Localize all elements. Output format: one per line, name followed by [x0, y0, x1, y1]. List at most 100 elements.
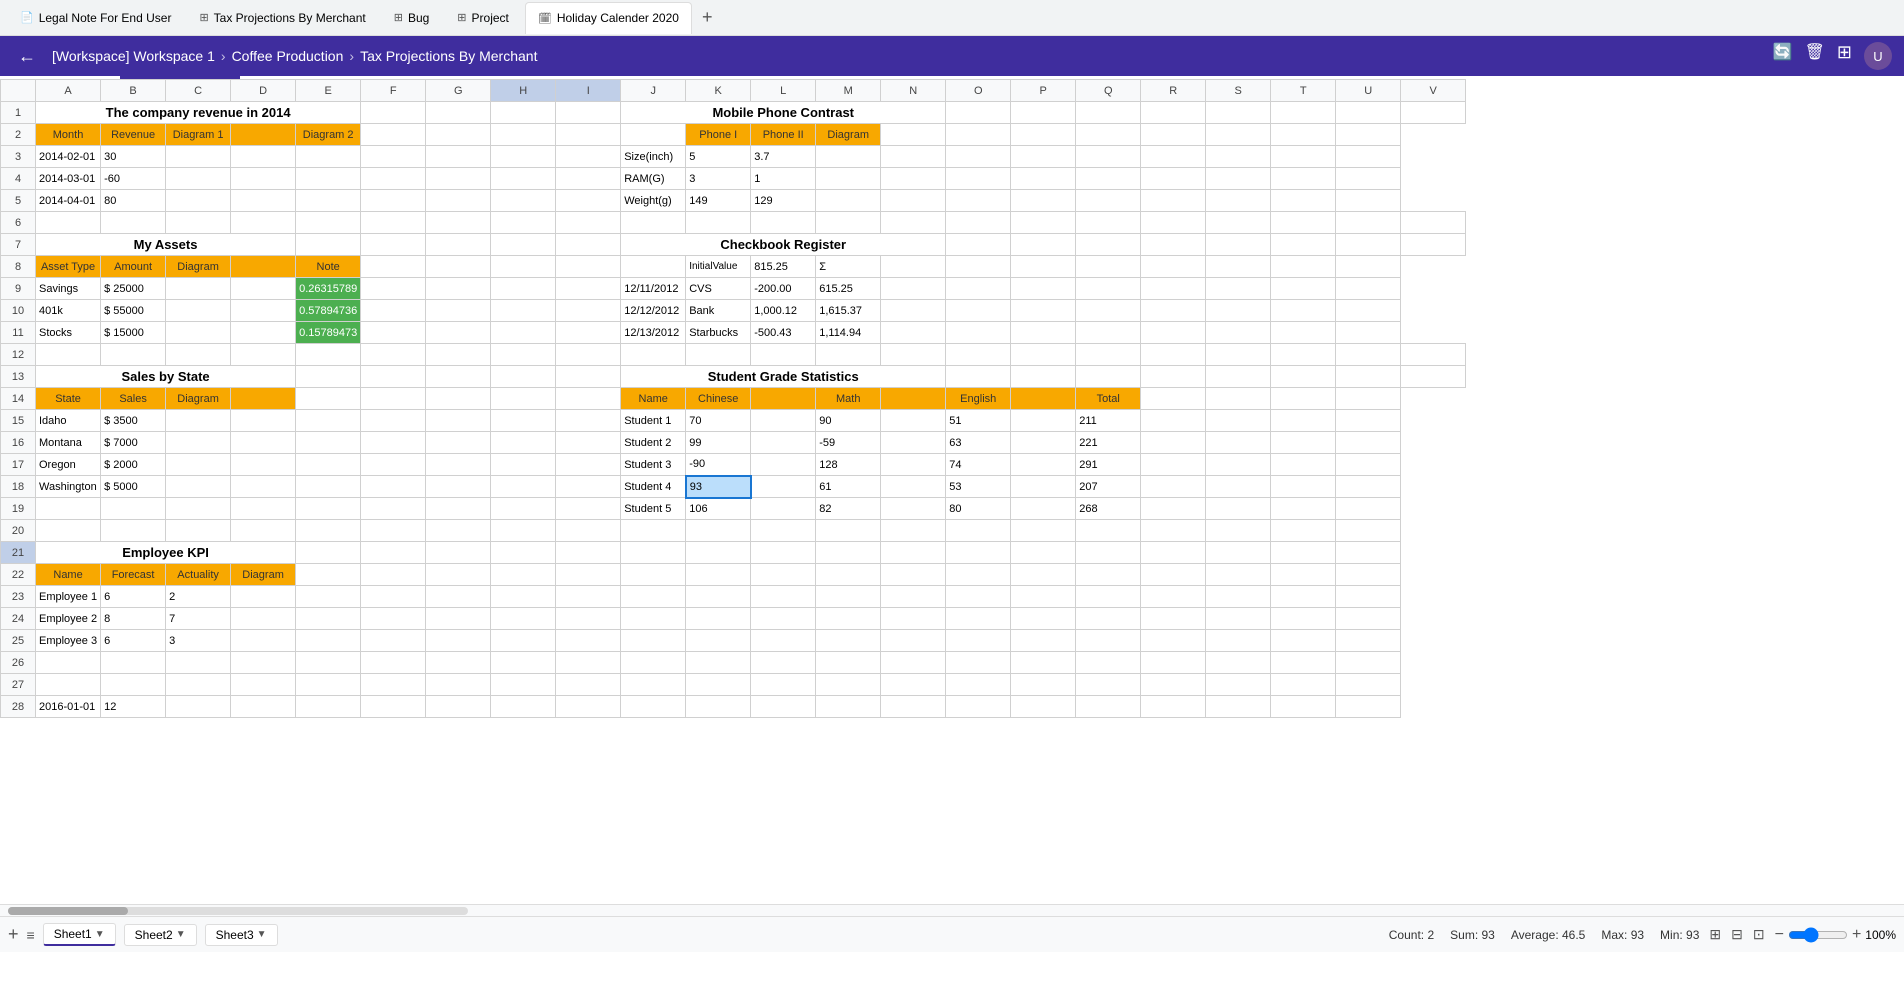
zoom-out-button[interactable]: − — [1775, 926, 1784, 944]
col-header-G[interactable]: G — [426, 80, 491, 102]
tab-bug[interactable]: ⊞ Bug — [382, 2, 442, 34]
phone-size-phone1[interactable]: 5 — [686, 146, 751, 168]
sales-row2-sales[interactable]: $ 7000 — [101, 432, 166, 454]
assets-row3-type[interactable]: Stocks — [36, 322, 101, 344]
student-grade-title[interactable]: Student Grade Statistics — [621, 366, 946, 388]
zoom-in-button[interactable]: + — [1852, 926, 1861, 944]
col-header-M[interactable]: M — [816, 80, 881, 102]
tab-holiday[interactable]: 🗓 Holiday Calender 2020 — [525, 2, 692, 34]
col-header-E[interactable]: E — [296, 80, 361, 102]
current-breadcrumb[interactable]: Tax Projections By Merchant — [360, 48, 537, 64]
check-row1-balance[interactable]: 615.25 — [816, 278, 881, 300]
assets-row2-amount[interactable]: $ 55000 — [101, 300, 166, 322]
employee-kpi-title[interactable]: Employee KPI — [36, 542, 296, 564]
tab-tax[interactable]: ⊞ Tax Projections By Merchant — [187, 2, 377, 34]
col-header-J[interactable]: J — [621, 80, 686, 102]
revenue-revenue-header[interactable]: Revenue — [101, 124, 166, 146]
grade-s4-math[interactable]: 61 — [816, 476, 881, 498]
grade-s2-name[interactable]: Student 2 — [621, 432, 686, 454]
check-row3-amount[interactable]: -500.43 — [751, 322, 816, 344]
kpi-row2-name[interactable]: Employee 2 — [36, 608, 101, 630]
assets-row3-amount[interactable]: $ 15000 — [101, 322, 166, 344]
kpi-row3-actuality[interactable]: 3 — [166, 630, 231, 652]
grade-s4-total[interactable]: 207 — [1076, 476, 1141, 498]
check-row1-date[interactable]: 12/11/2012 — [621, 278, 686, 300]
col-header-B[interactable]: B — [101, 80, 166, 102]
check-row2-merchant[interactable]: Bank — [686, 300, 751, 322]
kpi-diagram-header[interactable]: Diagram — [231, 564, 296, 586]
revenue-row3-month[interactable]: 2014-04-01 — [36, 190, 101, 212]
grade-s3-total[interactable]: 291 — [1076, 454, 1141, 476]
grade-s5-english[interactable]: 80 — [946, 498, 1011, 520]
sales-sales-header[interactable]: Sales — [101, 388, 166, 410]
page-view-button[interactable]: ⊡ — [1751, 924, 1767, 945]
phone-diagram-header[interactable]: Diagram — [816, 124, 881, 146]
phone-phonei-header[interactable]: Phone I — [686, 124, 751, 146]
grade-s4-name[interactable]: Student 4 — [621, 476, 686, 498]
col-header-D[interactable]: D — [231, 80, 296, 102]
revenue-row2-revenue[interactable]: -60 — [101, 168, 166, 190]
sales-row4-state[interactable]: Washington — [36, 476, 101, 498]
revenue-row2-month[interactable]: 2014-03-01 — [36, 168, 101, 190]
col-header-V[interactable]: V — [1401, 80, 1466, 102]
sheet-tab-2[interactable]: Sheet2 ▼ — [124, 924, 197, 946]
kpi-row3-name[interactable]: Employee 3 — [36, 630, 101, 652]
sheet3-dropdown[interactable]: ▼ — [257, 929, 267, 940]
grade-s3-math[interactable]: 128 — [816, 454, 881, 476]
check-row3-balance[interactable]: 1,114.94 — [816, 322, 881, 344]
checkbook-initial-label[interactable]: InitialValue — [686, 256, 751, 278]
fit-width-button[interactable]: ⊟ — [1729, 924, 1745, 945]
phone-ram-phone2[interactable]: 1 — [751, 168, 816, 190]
col-header-A[interactable]: A — [36, 80, 101, 102]
sheet2-dropdown[interactable]: ▼ — [176, 929, 186, 940]
mobile-phone-title[interactable]: Mobile Phone Contrast — [621, 102, 946, 124]
grade-s5-name[interactable]: Student 5 — [621, 498, 686, 520]
col-header-I[interactable]: I — [556, 80, 621, 102]
grade-math-header[interactable]: Math — [816, 388, 881, 410]
phone-size-phone2[interactable]: 3.7 — [751, 146, 816, 168]
tab-project[interactable]: ⊞ Project — [445, 2, 521, 34]
row28-date[interactable]: 2016-01-01 — [36, 696, 101, 718]
phone-ram-phone1[interactable]: 3 — [686, 168, 751, 190]
grade-total-header[interactable]: Total — [1076, 388, 1141, 410]
checkbook-initial-value[interactable]: 815.25 — [751, 256, 816, 278]
grade-s1-name[interactable]: Student 1 — [621, 410, 686, 432]
phone-ram-label[interactable]: RAM(G) — [621, 168, 686, 190]
assets-row1-amount[interactable]: $ 25000 — [101, 278, 166, 300]
grade-s1-math[interactable]: 90 — [816, 410, 881, 432]
sales-state-header[interactable]: State — [36, 388, 101, 410]
revenue-diagram1-header[interactable]: Diagram 1 — [166, 124, 231, 146]
sheet1-dropdown[interactable]: ▼ — [95, 929, 105, 940]
trash-button[interactable]: 🗑 — [1805, 42, 1825, 70]
phone-size-label[interactable]: Size(inch) — [621, 146, 686, 168]
workspace-breadcrumb[interactable]: [Workspace] Workspace 1 — [52, 48, 215, 64]
assets-diagram-header[interactable]: Diagram — [166, 256, 231, 278]
sales-row1-sales[interactable]: $ 3500 — [101, 410, 166, 432]
grade-s2-chinese[interactable]: 99 — [686, 432, 751, 454]
grade-s3-english[interactable]: 74 — [946, 454, 1011, 476]
col-header-T[interactable]: T — [1271, 80, 1336, 102]
checkbook-sigma[interactable]: Σ — [816, 256, 881, 278]
tab-legal[interactable]: 📄 Legal Note For End User — [8, 2, 183, 34]
check-row3-date[interactable]: 12/13/2012 — [621, 322, 686, 344]
sales-row4-sales[interactable]: $ 5000 — [101, 476, 166, 498]
check-row3-merchant[interactable]: Starbucks — [686, 322, 751, 344]
col-header-K[interactable]: K — [686, 80, 751, 102]
grade-english-header[interactable]: English — [946, 388, 1011, 410]
assets-row2-type[interactable]: 401k — [36, 300, 101, 322]
sales-row1-state[interactable]: Idaho — [36, 410, 101, 432]
kpi-row2-actuality[interactable]: 7 — [166, 608, 231, 630]
back-button[interactable]: ← — [12, 44, 42, 69]
user-avatar[interactable]: U — [1864, 42, 1892, 70]
kpi-row3-forecast[interactable]: 6 — [101, 630, 166, 652]
sales-row3-sales[interactable]: $ 2000 — [101, 454, 166, 476]
horizontal-scrollbar[interactable] — [8, 907, 468, 915]
col-header-S[interactable]: S — [1206, 80, 1271, 102]
revenue-row1-revenue[interactable]: 30 — [101, 146, 166, 168]
grid-view-button[interactable]: ⊞ — [1707, 924, 1723, 945]
kpi-row1-forecast[interactable]: 6 — [101, 586, 166, 608]
grade-s4-english[interactable]: 53 — [946, 476, 1011, 498]
assets-type-header[interactable]: Asset Type — [36, 256, 101, 278]
grade-s1-chinese[interactable]: 70 — [686, 410, 751, 432]
col-header-O[interactable]: O — [946, 80, 1011, 102]
